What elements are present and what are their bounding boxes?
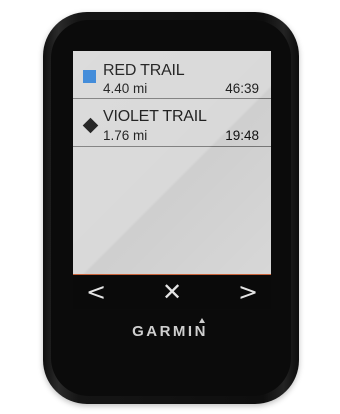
chevron-right-icon[interactable]: > — [233, 278, 263, 306]
diamond-icon — [82, 117, 99, 134]
route-time: 19:48 — [225, 128, 259, 143]
product-image: RED TRAIL 4.40 mi 46:39 VIOLET TRAIL 1.7… — [0, 0, 340, 414]
route-distance: 1.76 mi — [103, 128, 148, 143]
brand-logo: GARMIN — [132, 323, 208, 340]
route-name: VIOLET TRAIL — [103, 108, 207, 125]
route-list-item-violet-trail[interactable]: VIOLET TRAIL 1.76 mi 19:48 — [73, 99, 271, 147]
bottom-nav-bar: < ✕ > — [73, 274, 271, 309]
close-icon[interactable]: ✕ — [157, 278, 187, 306]
chevron-left-icon[interactable]: < — [81, 278, 111, 306]
route-distance: 4.40 mi — [103, 81, 148, 96]
route-name: RED TRAIL — [103, 62, 185, 79]
route-time: 46:39 — [225, 81, 259, 96]
route-list-item-red-trail[interactable]: RED TRAIL 4.40 mi 46:39 — [73, 51, 271, 99]
square-icon — [83, 70, 96, 83]
device-screen: RED TRAIL 4.40 mi 46:39 VIOLET TRAIL 1.7… — [73, 51, 271, 274]
